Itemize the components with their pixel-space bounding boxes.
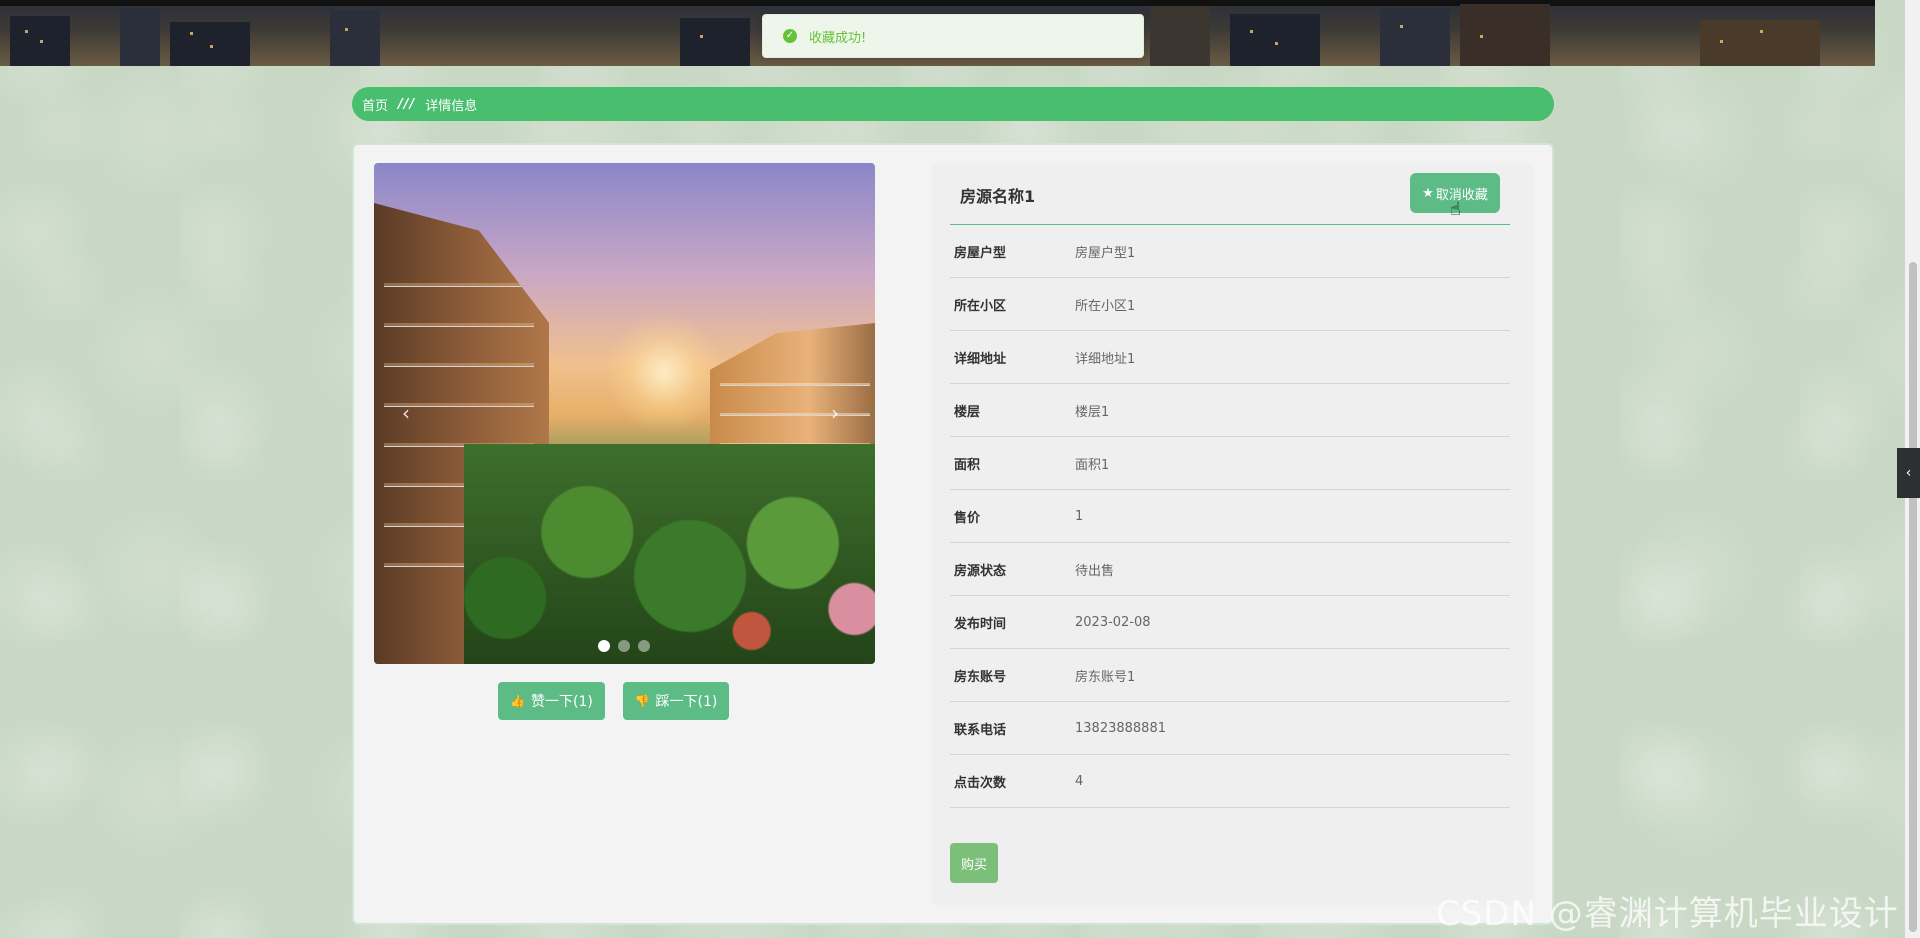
field-label: 所在小区	[954, 298, 1007, 314]
field-value: 1	[1075, 508, 1084, 524]
pointer-cursor-icon: ☝	[1450, 199, 1461, 220]
breadcrumb-separator: ///	[398, 96, 416, 112]
image-carousel[interactable]: ‹ ›	[374, 163, 875, 664]
property-detail-panel: 房源名称1 ★ 取消收藏 ☝ 房屋户型 房屋户型1 所在小区 所在小区1 详细地址详…	[932, 163, 1534, 905]
field-value: 楼层1	[1075, 404, 1110, 420]
watermark: CSDN @睿渊计算机毕业设计	[1436, 894, 1899, 934]
breadcrumb-home-link[interactable]: 首页	[362, 95, 388, 114]
field-label: 楼层	[954, 404, 981, 420]
unfavorite-label: 取消收藏	[1435, 187, 1488, 203]
property-title: 房源名称1	[960, 187, 1036, 206]
carousel-dot-2[interactable]	[618, 640, 630, 652]
field-value: 房屋户型1	[1075, 245, 1136, 261]
detail-header: 房源名称1 ★ 取消收藏 ☝	[950, 163, 1510, 225]
field-row: 房源状态 待出售	[950, 543, 1510, 596]
like-button[interactable]: 👍 赞一下(1)	[498, 682, 605, 720]
chevron-left-icon: ‹	[1905, 465, 1912, 481]
field-row: 联系电话 13823888881	[950, 702, 1510, 755]
field-row: 售价 1	[950, 490, 1510, 543]
toast-message: 收藏成功!	[809, 30, 867, 46]
thumbs-up-icon: 👍	[510, 694, 526, 708]
success-toast: ✓ 收藏成功!	[762, 14, 1144, 58]
check-circle-icon: ✓	[783, 29, 797, 43]
like-label: 赞一下(1)	[531, 694, 593, 710]
field-label: 房东账号	[954, 669, 1007, 685]
side-panel-toggle[interactable]: ‹	[1897, 448, 1920, 498]
detail-card: ‹ › 👍 赞一下(1) 👎 踩一下(1) 房源名称1 ★ 取消收藏 ☝ 房屋户…	[352, 143, 1554, 925]
dislike-label: 踩一下(1)	[655, 694, 718, 710]
field-value: 4	[1075, 773, 1084, 789]
field-label: 详细地址	[954, 351, 1007, 367]
field-row: 楼层 楼层1	[950, 384, 1510, 437]
carousel-dot-1[interactable]	[598, 640, 610, 652]
field-value: 房东账号1	[1075, 669, 1136, 685]
breadcrumb: 首页 /// 详情信息	[352, 87, 1554, 121]
breadcrumb-current: 详情信息	[425, 98, 478, 114]
field-label: 房源状态	[954, 563, 1007, 579]
field-value: 2023-02-08	[1075, 614, 1151, 630]
field-row: 发布时间 2023-02-08	[950, 596, 1510, 649]
field-row: 点击次数 4	[950, 755, 1510, 808]
carousel-dot-3[interactable]	[638, 640, 650, 652]
field-value: 面积1	[1075, 457, 1110, 473]
carousel-image-garden	[464, 444, 875, 664]
dislike-button[interactable]: 👎 踩一下(1)	[623, 682, 729, 720]
field-row: 房东账号 房东账号1	[950, 649, 1510, 702]
field-row: 所在小区 所在小区1	[950, 278, 1510, 331]
buy-button[interactable]: 购买	[950, 843, 998, 883]
field-row: 房屋户型 房屋户型1	[950, 225, 1510, 278]
field-label: 发布时间	[954, 616, 1007, 632]
field-label: 售价	[954, 510, 981, 526]
field-value: 待出售	[1075, 563, 1115, 579]
carousel-prev-button[interactable]: ‹	[394, 398, 418, 428]
field-value: 详细地址1	[1075, 351, 1136, 367]
carousel-indicators	[598, 640, 650, 652]
carousel-next-button[interactable]: ›	[823, 398, 847, 428]
thumbs-down-icon: 👎	[634, 694, 650, 708]
sunlight	[604, 313, 724, 433]
top-strip	[0, 0, 1875, 6]
property-fields: 房屋户型 房屋户型1 所在小区 所在小区1 详细地址 详细地址1 楼层 楼层1 面积 面积…	[950, 225, 1510, 808]
field-label: 面积	[954, 457, 981, 473]
field-label: 点击次数	[954, 775, 1007, 791]
scrollbar-thumb[interactable]	[1909, 262, 1917, 932]
field-row: 详细地址 详细地址1	[950, 331, 1510, 384]
field-value: 13823888881	[1075, 720, 1166, 736]
star-icon: ★	[1422, 185, 1434, 201]
field-label: 联系电话	[954, 722, 1007, 738]
field-row: 面积 面积1	[950, 437, 1510, 490]
field-value: 所在小区1	[1075, 298, 1136, 314]
field-label: 房屋户型	[954, 245, 1007, 261]
